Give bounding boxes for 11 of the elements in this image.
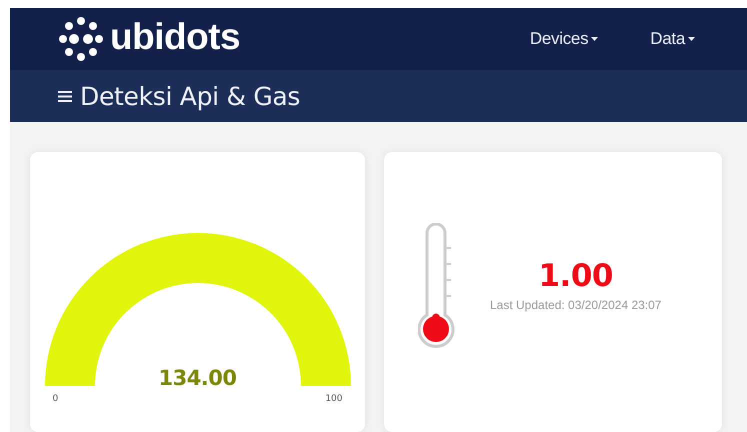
logo-dots-icon bbox=[58, 16, 104, 62]
gauge-max-label: 100 bbox=[325, 394, 342, 404]
gauge-value: 134.00 bbox=[157, 366, 238, 390]
sensor-value: 1.00 bbox=[538, 258, 613, 294]
dashboard-title: Deteksi Api & Gas bbox=[80, 82, 300, 110]
nav-menu-item[interactable]: Devices bbox=[530, 29, 598, 49]
logo-text: ubidots bbox=[110, 16, 240, 58]
nav-menu-item[interactable]: Data bbox=[650, 29, 695, 49]
menu-icon[interactable] bbox=[58, 90, 72, 102]
gauge-min-label: 0 bbox=[52, 394, 58, 404]
last-updated-text: Last Updated: 03/20/2024 23:07 bbox=[490, 298, 662, 312]
